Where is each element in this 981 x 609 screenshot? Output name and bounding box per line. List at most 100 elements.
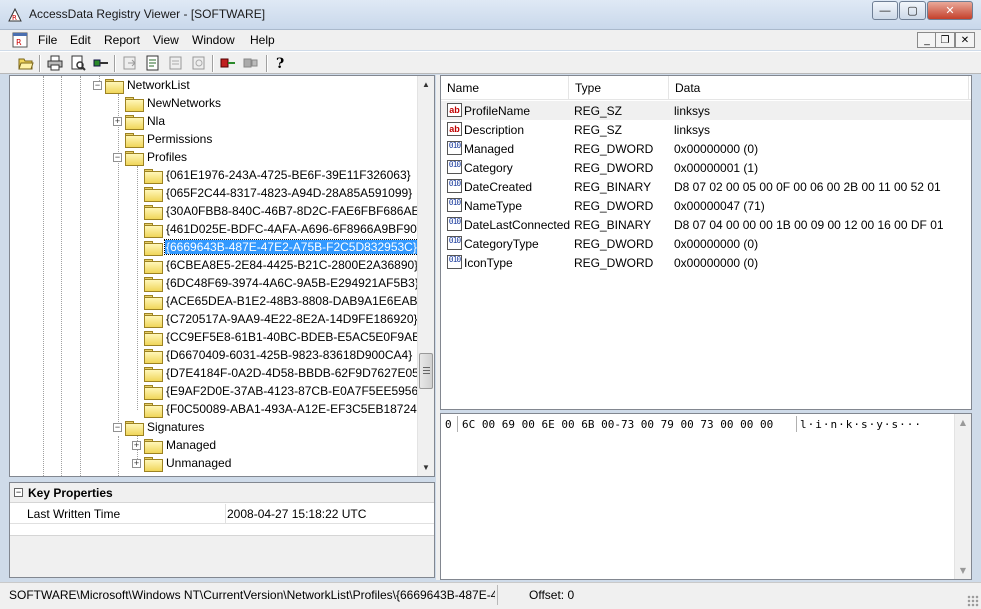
maximize-button[interactable]: ▢ [899,1,926,20]
hex-view[interactable]: 0 6C 00 69 00 6E 00 6B 00-73 00 79 00 73… [440,413,972,580]
expand-icon[interactable]: + [113,116,122,126]
value-row[interactable]: 010 Category REG_DWORD 0x00000001 (1) [441,158,971,177]
hex-scrollbar[interactable]: ▲ ▼ [954,414,971,579]
menu-help[interactable]: Help [250,33,275,47]
tree-node-profile[interactable]: {F0C50089-ABA1-493A-A12E-EF3C5EB18724} [144,400,422,418]
collapse-icon[interactable]: − [113,422,122,432]
expand-icon[interactable]: + [132,458,141,468]
tree-node-profile[interactable]: {E9AF2D0E-37AB-4123-87CB-E0A7F5EE5956} [144,382,423,400]
help-icon[interactable]: ? [273,55,289,71]
tree-node-profile[interactable]: {461D025E-BDFC-4AFA-A696-6F8966A9BF90} [144,220,422,238]
tree-node-profile[interactable]: {ACE65DEA-B1E2-48B3-8808-DAB9A1E6EAB3} [144,292,429,310]
tree-scrollbar[interactable]: ▲ ▼ [417,76,434,476]
tree-node-label[interactable]: {ACE65DEA-B1E2-48B3-8808-DAB9A1E6EAB3} [165,294,429,308]
value-row[interactable]: 010 CategoryType REG_DWORD 0x00000000 (0… [441,234,971,253]
tree-node-profile-selected[interactable]: {6669643B-487E-47E2-A75B-F2C5D832953C} [144,238,419,256]
column-header-name[interactable]: Name [441,76,569,100]
collapse-icon[interactable]: − [113,152,122,162]
column-header-type[interactable]: Type [569,76,669,100]
tree-node-profile[interactable]: {D6670409-6031-425B-9823-83618D900CA4} [144,346,413,364]
scroll-thumb[interactable] [419,353,433,389]
key-properties-header[interactable]: − Key Properties [10,483,434,503]
tree-node-label[interactable]: {D6670409-6031-425B-9823-83618D900CA4} [165,348,413,362]
tree-node-profile[interactable]: {CC9EF5E8-61B1-40BC-BDEB-E5AC5E0F9ABA} [144,328,433,346]
tree-node-label[interactable]: {6CBEA8E5-2E84-4425-B21C-2800E2A36890} [165,258,419,272]
find-icon[interactable] [168,55,184,71]
tree-node-label[interactable]: {061E1976-243A-4725-BE6F-39E11F326063} [165,168,412,182]
values-list[interactable]: Name Type Data ab ProfileName REG_SZ lin… [440,75,972,410]
collapse-icon[interactable]: − [93,80,102,90]
resize-grip-icon[interactable] [967,595,979,607]
menu-window[interactable]: Window [192,33,235,47]
minimize-button[interactable]: — [872,1,898,20]
value-row[interactable]: ab Description REG_SZ linksys [441,120,971,139]
tree-node-label[interactable]: Profiles [146,150,188,164]
report-icon[interactable] [145,55,161,71]
tree-node-nla[interactable]: + Nla [113,112,166,130]
tree-node-permissions[interactable]: Permissions [125,130,213,148]
tree-node-profile[interactable]: {30A0FBB8-840C-46B7-8D2C-FAE6FBF686AE} [144,202,424,220]
export-icon[interactable] [122,55,138,71]
hex-ascii[interactable]: l·i·n·k·s·y·s··· [800,418,922,431]
plug-connect-icon[interactable] [220,55,236,71]
registry-tree[interactable]: − NetworkList NewNetworks + Nla Permissi… [9,75,435,477]
print-icon[interactable] [47,55,63,71]
expand-icon[interactable]: + [132,440,141,450]
print-preview-icon[interactable] [70,55,86,71]
tree-node-label[interactable]: {30A0FBB8-840C-46B7-8D2C-FAE6FBF686AE} [165,204,424,218]
property-row[interactable]: Last Written Time 2008-04-27 15:18:22 UT… [10,504,434,524]
tree-node-profile[interactable]: {C720517A-9AA9-4E22-8E2A-14D9FE186920} [144,310,419,328]
mdi-close-button[interactable]: ✕ [955,32,975,48]
menu-view[interactable]: View [153,33,179,47]
tree-node-label[interactable]: NetworkList [126,78,191,92]
open-folder-icon[interactable] [18,55,34,71]
collapse-icon[interactable]: − [14,488,23,497]
connect-icon[interactable] [93,55,109,71]
tree-node-label[interactable]: {C720517A-9AA9-4E22-8E2A-14D9FE186920} [165,312,419,326]
tree-node-signatures[interactable]: − Signatures [113,418,205,436]
tree-node-label[interactable]: {461D025E-BDFC-4AFA-A696-6F8966A9BF90} [165,222,422,236]
value-row[interactable]: 010 Managed REG_DWORD 0x00000000 (0) [441,139,971,158]
tree-node-networklist[interactable]: − NetworkList [93,76,191,94]
tree-node-label[interactable]: Unmanaged [165,456,232,470]
value-row[interactable]: 010 DateLastConnected REG_BINARY D8 07 0… [441,215,971,234]
tree-node-label[interactable]: Signatures [146,420,205,434]
scroll-up-icon[interactable]: ▲ [955,414,971,431]
value-row[interactable]: 010 DateCreated REG_BINARY D8 07 02 00 0… [441,177,971,196]
tree-node-label[interactable]: NewNetworks [146,96,222,110]
tree-node-label[interactable]: {CC9EF5E8-61B1-40BC-BDEB-E5AC5E0F9ABA} [165,330,433,344]
tree-node-label[interactable]: {D7E4184F-0A2D-4D58-BBDB-62F9D7627E05} [165,366,424,380]
tree-node-label[interactable]: {6DC48F69-3974-4A6C-9A5B-E294921AF5B3} [165,276,420,290]
value-row[interactable]: ab ProfileName REG_SZ linksys [441,101,971,120]
tree-node-label[interactable]: {6669643B-487E-47E2-A75B-F2C5D832953C} [164,239,419,255]
tree-node-profiles[interactable]: − Profiles [113,148,188,166]
scroll-down-icon[interactable]: ▼ [418,459,434,476]
tree-node-label[interactable]: Nla [146,114,166,128]
tree-node-profile[interactable]: {D7E4184F-0A2D-4D58-BBDB-62F9D7627E05} [144,364,424,382]
menu-report[interactable]: Report [104,33,140,47]
hex-bytes[interactable]: 6C 00 69 00 6E 00 6B 00-73 00 79 00 73 0… [462,418,773,431]
tree-node-label[interactable]: {F0C50089-ABA1-493A-A12E-EF3C5EB18724} [165,402,422,416]
value-row[interactable]: 010 IconType REG_DWORD 0x00000000 (0) [441,253,971,272]
tree-node-profile[interactable]: {065F2C44-8317-4823-A94D-28A85A591099} [144,184,413,202]
mdi-restore-button[interactable]: ❐ [935,32,955,48]
mdi-minimize-button[interactable]: _ [917,32,937,48]
scroll-down-icon[interactable]: ▼ [955,562,971,579]
tree-node-label[interactable]: {E9AF2D0E-37AB-4123-87CB-E0A7F5EE5956} [165,384,423,398]
tree-node-label[interactable]: {065F2C44-8317-4823-A94D-28A85A591099} [165,186,413,200]
tree-node-profile[interactable]: {061E1976-243A-4725-BE6F-39E11F326063} [144,166,412,184]
tree-node-newnetworks[interactable]: NewNetworks [125,94,222,112]
menu-file[interactable]: File [38,33,57,47]
value-row[interactable]: 010 NameType REG_DWORD 0x00000047 (71) [441,196,971,215]
scroll-up-icon[interactable]: ▲ [418,76,434,93]
tree-node-label[interactable]: Permissions [146,132,213,146]
plug-disconnect-icon[interactable] [243,55,259,71]
tree-node-profile[interactable]: {6CBEA8E5-2E84-4425-B21C-2800E2A36890} [144,256,419,274]
tree-node-profile[interactable]: {6DC48F69-3974-4A6C-9A5B-E294921AF5B3} [144,274,420,292]
tree-node-managed[interactable]: + Managed [132,436,217,454]
close-button[interactable]: ✕ [927,1,973,20]
find-next-icon[interactable] [191,55,207,71]
tree-node-label[interactable]: Managed [165,438,217,452]
menu-edit[interactable]: Edit [70,33,91,47]
tree-node-unmanaged[interactable]: + Unmanaged [132,454,232,472]
